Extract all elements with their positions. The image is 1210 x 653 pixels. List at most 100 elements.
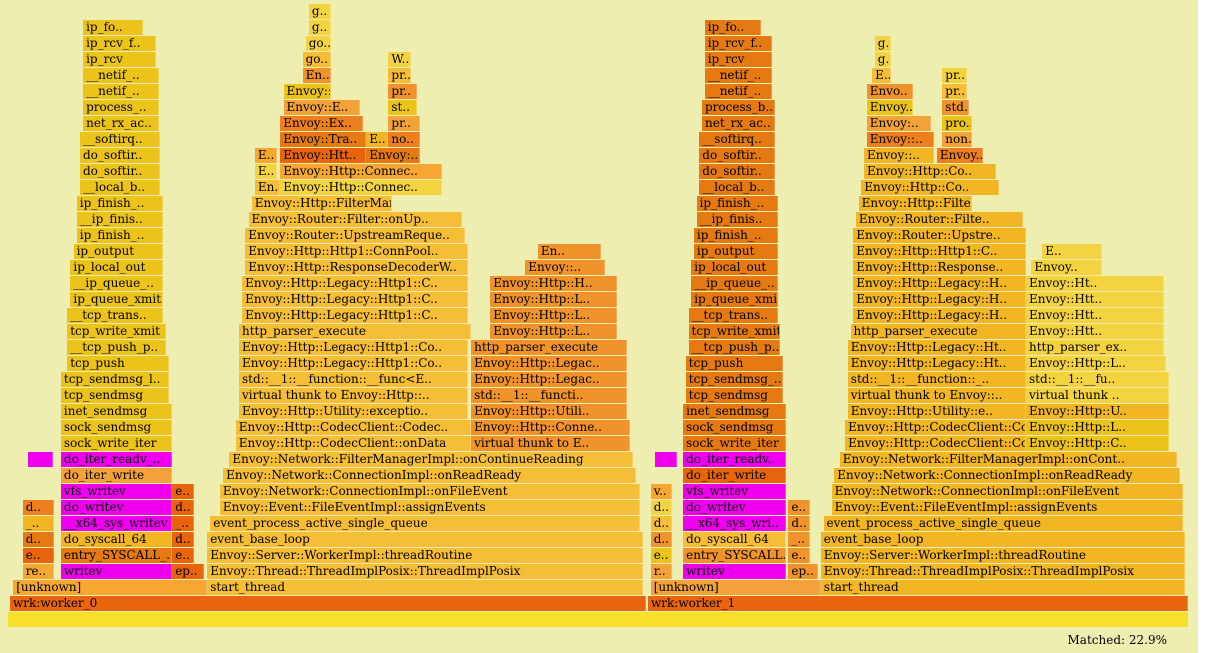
stack-frame[interactable]: do_writev bbox=[60, 500, 173, 515]
stack-frame[interactable]: ip_queue_xmit bbox=[691, 292, 778, 307]
stack-frame[interactable]: En.. bbox=[254, 180, 281, 195]
stack-frame[interactable]: _.. bbox=[172, 516, 195, 531]
stack-frame[interactable]: r.. bbox=[650, 564, 673, 579]
stack-frame[interactable]: Envoy::Http::Legacy::Ht.. bbox=[847, 340, 1026, 355]
stack-frame[interactable]: Envoy.. bbox=[936, 148, 983, 163]
stack-frame[interactable]: d.. bbox=[172, 532, 195, 547]
stack-frame[interactable]: Envoy::Http::Legacy::Http1::C.. bbox=[242, 308, 468, 323]
stack-frame[interactable]: ip_rcv_f.. bbox=[83, 36, 157, 51]
stack-frame[interactable]: tcp_write_xmit bbox=[688, 324, 781, 339]
stack-frame[interactable]: E.. bbox=[254, 148, 278, 163]
stack-frame[interactable]: Envoy::Router::Upstre.. bbox=[853, 228, 1026, 243]
stack-frame[interactable]: __ip_finis.. bbox=[76, 212, 163, 227]
stack-frame[interactable]: event_process_active_single_queue bbox=[210, 516, 640, 531]
stack-frame[interactable]: Envoy::Http::Legacy::H.. bbox=[853, 276, 1026, 291]
stack-frame[interactable]: tcp_sendmsg bbox=[685, 388, 783, 403]
stack-frame[interactable]: ip_output bbox=[73, 244, 163, 259]
stack-frame[interactable]: virtual thunk .. bbox=[1026, 388, 1170, 403]
stack-frame[interactable]: Envoy::Http::Co.. bbox=[864, 164, 997, 179]
stack-frame[interactable]: Envoy:.. bbox=[366, 148, 421, 163]
stack-frame[interactable]: writev bbox=[60, 564, 173, 579]
stack-frame[interactable]: Envoy::Network::ConnectionImpl::onFileEv… bbox=[831, 484, 1183, 499]
stack-frame[interactable]: Envoy::Http::CodecClient::onData bbox=[235, 436, 472, 451]
stack-frame[interactable]: __softirq.. bbox=[699, 132, 775, 147]
stack-frame[interactable]: pr.. bbox=[942, 68, 967, 83]
stack-frame[interactable]: d.. bbox=[788, 516, 810, 531]
stack-frame[interactable]: tcp_push bbox=[67, 356, 169, 371]
stack-frame[interactable]: net_rx_ac.. bbox=[702, 116, 775, 131]
stack-frame[interactable]: writev bbox=[683, 564, 786, 579]
stack-frame[interactable]: ip_queue_xmit bbox=[70, 292, 163, 307]
stack-frame[interactable]: Envoy::Http::Http1::ConnPool.. bbox=[245, 244, 468, 259]
stack-frame[interactable]: no.. bbox=[388, 132, 421, 147]
stack-frame[interactable]: Envoy::Http::CodecClient::Codec.. bbox=[845, 420, 1026, 435]
stack-frame[interactable]: g.. bbox=[874, 36, 891, 51]
stack-frame[interactable]: En.. bbox=[302, 68, 332, 83]
stack-frame[interactable]: virtual thunk to Envoy::.. bbox=[847, 388, 1026, 403]
stack-frame[interactable]: ip_rcv bbox=[83, 52, 157, 67]
stack-frame[interactable]: pro.. bbox=[942, 116, 972, 131]
stack-frame[interactable]: Envoy::.. bbox=[283, 84, 332, 99]
stack-frame[interactable]: e.. bbox=[22, 548, 55, 563]
stack-frame[interactable]: non.. bbox=[942, 132, 972, 147]
stack-frame[interactable]: ip_finish_.. bbox=[76, 228, 163, 243]
stack-frame[interactable]: Envoy::Event::FileEventImpl::assignEvent… bbox=[219, 500, 640, 515]
stack-frame[interactable]: Envoy::Thread::ThreadImplPosix::ThreadIm… bbox=[207, 564, 643, 579]
stack-frame[interactable]: do_writev bbox=[683, 500, 786, 515]
stack-frame[interactable]: Envoy::Http::FilterManage.. bbox=[251, 196, 392, 211]
stack-frame[interactable]: start_thread bbox=[820, 580, 1186, 595]
thread-root-frame[interactable]: wrk:worker_0 bbox=[10, 596, 646, 611]
stack-frame[interactable]: d.. bbox=[22, 500, 55, 515]
stack-frame[interactable]: go.. bbox=[305, 36, 332, 51]
stack-frame[interactable]: _.. bbox=[22, 516, 55, 531]
stack-frame[interactable]: __ip_queue_.. bbox=[691, 276, 778, 291]
stack-frame[interactable]: Envoy::Ht.. bbox=[1026, 276, 1164, 291]
stack-frame[interactable]: Envoy::Http::U.. bbox=[1026, 404, 1170, 419]
stack-frame[interactable]: ip_fo.. bbox=[83, 20, 144, 35]
stack-frame[interactable]: do_iter_write bbox=[60, 468, 173, 483]
stack-frame[interactable]: Envoy::Http::Legacy::Http1::Co.. bbox=[239, 340, 468, 355]
stack-frame[interactable]: re.. bbox=[22, 564, 55, 579]
stack-frame[interactable]: ip_local_out bbox=[691, 260, 778, 275]
stack-frame[interactable]: inet_sendmsg bbox=[683, 404, 786, 419]
stack-frame[interactable]: Envoy::Http::Legacy::Http1::C.. bbox=[242, 276, 468, 291]
stack-frame[interactable]: Envoy::Http::Filte.. bbox=[858, 196, 972, 211]
stack-frame[interactable]: ip_fo.. bbox=[704, 20, 762, 35]
stack-frame[interactable]: Envoy::Http::Legacy::H.. bbox=[853, 308, 1026, 323]
stack-frame[interactable]: Envoy::Http::Legac.. bbox=[471, 372, 627, 387]
stack-frame[interactable]: g.. bbox=[874, 52, 891, 67]
stack-frame[interactable]: __tcp_push_p.. bbox=[67, 340, 166, 355]
stack-frame[interactable]: Envoy::Http::L.. bbox=[1026, 356, 1167, 371]
stack-frame[interactable]: d.. bbox=[650, 516, 673, 531]
stack-frame[interactable]: Envoy::Htt.. bbox=[1026, 324, 1164, 339]
stack-frame[interactable]: do_softir.. bbox=[699, 164, 775, 179]
stack-frame[interactable]: st.. bbox=[388, 100, 417, 115]
stack-frame[interactable]: sock_write_iter bbox=[60, 436, 173, 451]
stack-frame[interactable]: Envoy::Http::Response.. bbox=[853, 260, 1026, 275]
stack-frame[interactable]: E.. bbox=[366, 132, 389, 147]
stack-frame[interactable]: ip_finish_.. bbox=[693, 228, 778, 243]
stack-frame[interactable]: ep.. bbox=[788, 564, 819, 579]
stack-frame[interactable]: Envoy::Http::L.. bbox=[490, 292, 618, 307]
stack-frame[interactable]: Envoy::Http::Legacy::Http1::C.. bbox=[242, 292, 468, 307]
stack-frame[interactable]: e.. bbox=[788, 548, 810, 563]
stack-frame[interactable]: Envoy::Http::Conne.. bbox=[471, 420, 631, 435]
stack-frame[interactable]: e.. bbox=[172, 548, 195, 563]
stack-frame[interactable]: Envoy::Http::L.. bbox=[490, 308, 618, 323]
stack-frame[interactable]: Envoy::Router::Filter::onUp.. bbox=[248, 212, 462, 227]
stack-frame[interactable]: Envoy::Http::Co.. bbox=[861, 180, 999, 195]
stack-frame[interactable]: Envoy::Http::C.. bbox=[1026, 436, 1170, 451]
stack-frame[interactable]: _.. bbox=[788, 532, 810, 547]
stack-frame[interactable]: do_iter_readv.. bbox=[683, 452, 786, 467]
stack-frame[interactable]: E.. bbox=[1042, 244, 1102, 259]
stack-frame[interactable]: e.. bbox=[650, 548, 673, 563]
stack-frame[interactable]: ip_finish_.. bbox=[696, 196, 778, 211]
stack-frame[interactable]: do_softir.. bbox=[699, 148, 775, 163]
stack-frame[interactable]: tcp_write_xmit bbox=[67, 324, 166, 339]
stack-frame[interactable]: sock_sendmsg bbox=[683, 420, 786, 435]
stack-frame[interactable]: d.. bbox=[172, 500, 195, 515]
stack-frame[interactable]: Envoy.. bbox=[1031, 260, 1102, 275]
stack-frame[interactable]: Envoy:.. bbox=[866, 116, 932, 131]
stack-frame[interactable]: Envoy::Http::Http1::C.. bbox=[853, 244, 1026, 259]
stack-frame[interactable]: ip_finish_.. bbox=[76, 196, 163, 211]
